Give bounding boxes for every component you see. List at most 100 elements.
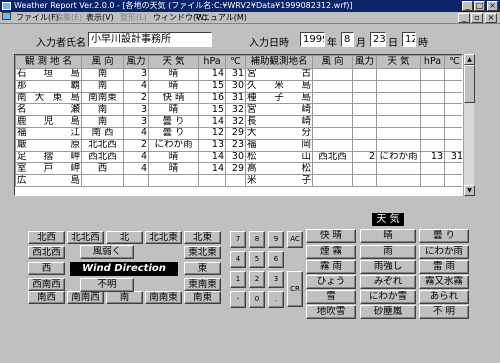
table-cell[interactable]: 4 bbox=[123, 162, 149, 176]
table-cell[interactable] bbox=[312, 91, 353, 105]
table-cell[interactable] bbox=[352, 115, 377, 128]
table-cell[interactable]: 3 bbox=[123, 68, 149, 81]
table-row[interactable]: 石 垣 島南 3 晴 14 31 宮 古 bbox=[15, 68, 462, 81]
table-cell[interactable]: 14 bbox=[198, 68, 226, 81]
table-cell[interactable]: 南南東 bbox=[81, 91, 124, 105]
weather-button[interactable]: 霧又氷霧 bbox=[419, 275, 469, 289]
table-cell[interactable] bbox=[376, 91, 421, 105]
table-cell[interactable]: 2 bbox=[123, 91, 149, 105]
table-cell[interactable] bbox=[444, 91, 462, 105]
weather-button[interactable]: 煙 霧 bbox=[306, 245, 356, 259]
wind-dir-button[interactable]: 東 bbox=[184, 262, 221, 275]
table-cell[interactable]: 29 bbox=[225, 126, 246, 140]
table-cell[interactable]: 14 bbox=[198, 150, 226, 164]
table-cell[interactable]: 16 bbox=[198, 91, 226, 105]
menu-layout[interactable]: 整形(L) bbox=[120, 12, 147, 24]
table-cell[interactable] bbox=[376, 115, 421, 128]
wind-dir-button[interactable]: 北北東 bbox=[145, 231, 182, 244]
wind-dir-button[interactable]: 西北西 bbox=[28, 246, 65, 259]
table-cell[interactable]: 高 松 bbox=[245, 162, 313, 176]
table-row[interactable]: 名 瀬南 3 晴 15 32 宮 崎 bbox=[15, 103, 462, 117]
table-cell[interactable]: 足 摺 岬 bbox=[15, 150, 82, 164]
table-cell[interactable] bbox=[352, 174, 377, 187]
wind-dir-button[interactable]: 西南西 bbox=[28, 278, 65, 291]
table-cell[interactable]: 南 bbox=[81, 79, 124, 93]
weather-button[interactable]: 砂塵嵐 bbox=[360, 305, 416, 319]
table-cell[interactable] bbox=[444, 162, 462, 176]
table-cell[interactable] bbox=[312, 115, 353, 128]
table-cell[interactable]: にわか雨 bbox=[376, 150, 421, 164]
table-cell[interactable]: 14 bbox=[198, 115, 226, 128]
weather-button[interactable]: ひょう bbox=[306, 275, 356, 289]
table-cell[interactable]: 晴 bbox=[148, 79, 199, 93]
table-cell[interactable] bbox=[444, 174, 462, 187]
table-cell[interactable]: 長 崎 bbox=[245, 115, 313, 128]
wind-dir-button[interactable]: 東南東 bbox=[184, 278, 221, 291]
table-row[interactable]: 足 摺 岬西北西 4 晴 14 30 松 山西北西 2 にわか雨 13 31 bbox=[15, 150, 462, 164]
table-cell[interactable]: 鹿 児 島 bbox=[15, 115, 82, 128]
table-cell[interactable]: にわか雨 bbox=[148, 138, 199, 152]
table-cell[interactable]: 31 bbox=[444, 150, 462, 164]
table-cell[interactable] bbox=[376, 68, 421, 81]
table-cell[interactable] bbox=[444, 126, 462, 140]
wind-dir-button[interactable]: 北北西 bbox=[67, 231, 104, 244]
table-cell[interactable]: 晴 bbox=[148, 103, 199, 117]
keypad-key[interactable]: 3 bbox=[268, 271, 284, 288]
weather-button[interactable]: にわか雪 bbox=[360, 290, 416, 304]
table-cell[interactable]: 15 bbox=[198, 103, 226, 117]
table-cell[interactable]: 3 bbox=[123, 103, 149, 117]
weather-button[interactable]: にわか雨 bbox=[419, 245, 469, 259]
table-cell[interactable]: 2 bbox=[123, 138, 149, 152]
doc-minimize-button[interactable]: _ bbox=[458, 13, 470, 23]
menu-manual[interactable]: マニュアル(M) bbox=[194, 12, 247, 24]
menu-edit[interactable]: 編集(E) bbox=[55, 12, 82, 24]
table-cell[interactable] bbox=[352, 162, 377, 176]
table-cell[interactable]: 晴 bbox=[148, 150, 199, 164]
keypad-key[interactable]: . bbox=[268, 291, 284, 308]
table-cell[interactable] bbox=[420, 174, 445, 187]
table-cell[interactable] bbox=[420, 115, 445, 128]
scroll-thumb[interactable] bbox=[464, 65, 475, 103]
table-cell[interactable]: 32 bbox=[225, 115, 246, 128]
doc-restore-button[interactable]: ▫ bbox=[471, 13, 483, 23]
keypad-key[interactable]: 8 bbox=[249, 231, 265, 248]
table-cell[interactable]: 松 山 bbox=[245, 150, 313, 164]
weather-button[interactable]: 雷 雨 bbox=[419, 260, 469, 274]
scroll-up-icon[interactable]: ▲ bbox=[464, 54, 475, 65]
table-cell[interactable]: 西北西 bbox=[81, 150, 124, 164]
table-cell[interactable]: 北北西 bbox=[81, 138, 124, 152]
table-cell[interactable]: 30 bbox=[225, 150, 246, 164]
table-cell[interactable]: 西 bbox=[81, 162, 124, 176]
menu-view[interactable]: 表示(V) bbox=[86, 12, 114, 24]
table-cell[interactable] bbox=[444, 68, 462, 81]
wind-dir-button[interactable]: 北 bbox=[106, 231, 143, 244]
wind-dir-button[interactable]: 北西 bbox=[28, 231, 65, 244]
weather-button[interactable]: 快 晴 bbox=[306, 229, 356, 243]
table-cell[interactable] bbox=[352, 68, 377, 81]
table-cell[interactable]: 4 bbox=[123, 79, 149, 93]
keypad-key[interactable]: 0 bbox=[249, 291, 265, 308]
table-cell[interactable] bbox=[376, 103, 421, 117]
table-cell[interactable]: 晴 bbox=[148, 162, 199, 176]
table-cell[interactable]: 那 覇 bbox=[15, 79, 82, 93]
table-cell[interactable]: 室 戸 岬 bbox=[15, 162, 82, 176]
table-cell[interactable] bbox=[312, 79, 353, 93]
table-cell[interactable] bbox=[376, 126, 421, 140]
wind-dir-button[interactable]: 南南西 bbox=[67, 291, 104, 304]
table-cell[interactable]: 32 bbox=[225, 103, 246, 117]
maximize-button[interactable]: □ bbox=[474, 1, 485, 11]
weather-button[interactable]: 霧 雨 bbox=[306, 260, 356, 274]
menu-file[interactable]: ファイル(F) bbox=[16, 12, 59, 24]
table-row[interactable]: 那 覇南 4 晴 15 30 久 米 島 bbox=[15, 79, 462, 93]
table-cell[interactable]: 30 bbox=[225, 79, 246, 93]
wind-dir-button[interactable]: 西 bbox=[28, 262, 65, 275]
table-cell[interactable] bbox=[312, 162, 353, 176]
hour-input[interactable]: 12 bbox=[402, 32, 416, 47]
table-cell[interactable]: 晴 bbox=[148, 68, 199, 81]
year-input[interactable]: 1999 bbox=[300, 32, 325, 47]
wind-unknown-button[interactable]: 不明 bbox=[80, 278, 134, 292]
minimize-button[interactable]: _ bbox=[462, 1, 473, 11]
wind-dir-button[interactable]: 南西 bbox=[28, 291, 65, 304]
weather-button[interactable]: あられ bbox=[419, 290, 469, 304]
keypad-key[interactable]: CR bbox=[287, 271, 303, 307]
